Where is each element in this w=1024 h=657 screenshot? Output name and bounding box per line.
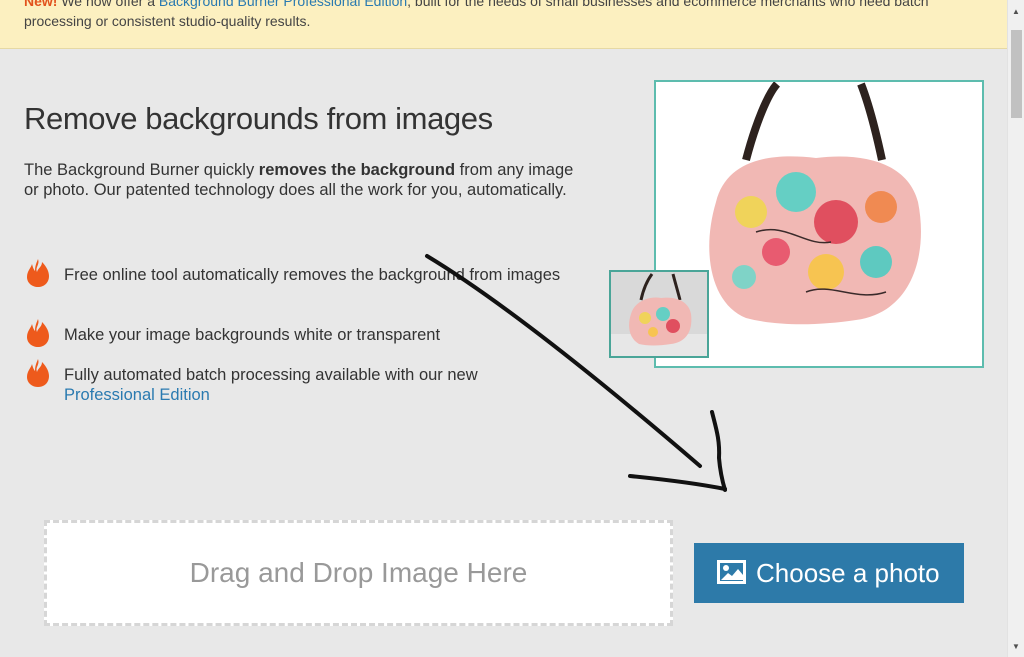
feature-text: Fully automated batch processing availab…: [64, 365, 564, 405]
flame-icon: [27, 259, 49, 287]
new-label: New!: [24, 0, 58, 9]
feature-text: Make your image backgrounds white or tra…: [64, 326, 441, 344]
flame-icon: [27, 359, 49, 387]
announcement-banner: New! We now offer a Background Burner Pr…: [0, 0, 1007, 49]
page-title: Remove backgrounds from images: [24, 101, 493, 136]
intro-text-before: The Background Burner quickly: [24, 161, 259, 179]
professional-edition-banner-link[interactable]: Background Burner Professional Edition: [159, 0, 407, 9]
dropzone-label: Drag and Drop Image Here: [189, 557, 528, 588]
feature-text-part: Fully automated batch processing availab…: [64, 366, 478, 384]
feature-text: Free online tool automatically removes t…: [64, 266, 561, 284]
scroll-down-icon[interactable]: ▼: [1008, 639, 1024, 655]
vertical-scrollbar[interactable]: ▲ ▼: [1007, 0, 1024, 657]
choose-photo-label: Choose a photo: [756, 558, 940, 588]
image-icon: [717, 560, 746, 584]
handbag-original-image: [611, 272, 707, 356]
intro-paragraph: The Background Burner quickly removes th…: [24, 160, 584, 200]
banner-text-before: We now offer a: [57, 0, 159, 9]
scroll-up-icon[interactable]: ▲: [1008, 4, 1024, 20]
scrollbar-thumb[interactable]: [1011, 30, 1022, 118]
intro-text-bold: removes the background: [258, 161, 456, 179]
choose-photo-button[interactable]: Choose a photo: [694, 543, 964, 603]
flame-icon: [27, 319, 49, 347]
original-photo-thumbnail: [609, 270, 709, 358]
banner-text: New! We now offer a Background Burner Pr…: [24, 0, 964, 31]
professional-edition-link[interactable]: Professional Edition: [64, 386, 210, 404]
drag-and-drop-zone[interactable]: Drag and Drop Image Here: [44, 520, 673, 626]
